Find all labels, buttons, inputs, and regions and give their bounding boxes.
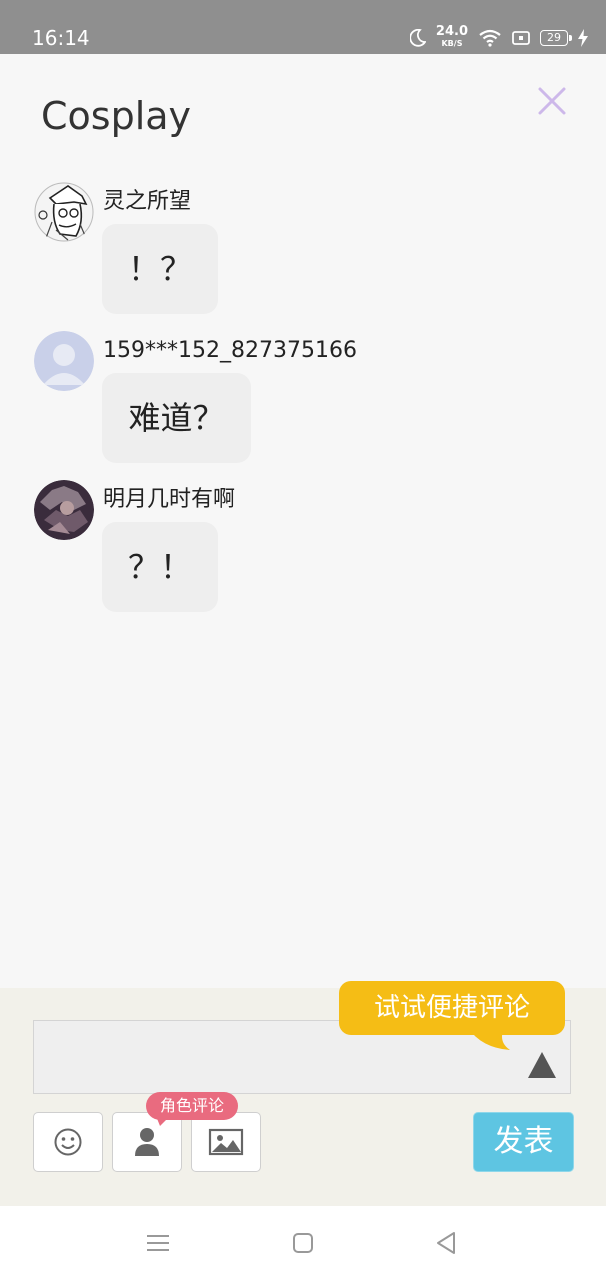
- expand-up-icon[interactable]: [526, 1048, 558, 1080]
- emoji-icon: [54, 1128, 82, 1156]
- close-icon[interactable]: [535, 84, 569, 118]
- comment-bubble: ？！: [102, 522, 218, 612]
- image-icon: [208, 1128, 244, 1156]
- emoji-button[interactable]: [33, 1112, 103, 1172]
- charging-icon: [578, 29, 588, 47]
- net-speed: 24.0 KB/S: [435, 24, 468, 49]
- comment-username[interactable]: 明月几时有啊: [103, 486, 235, 514]
- wifi-icon: [479, 29, 501, 47]
- status-bar: 16:14 24.0 KB/S 29: [0, 0, 606, 54]
- avatar[interactable]: [34, 331, 94, 391]
- post-button[interactable]: 发表: [473, 1112, 574, 1172]
- menu-icon[interactable]: [143, 1228, 173, 1258]
- net-speed-unit: KB/S: [441, 39, 463, 48]
- image-button[interactable]: [191, 1112, 261, 1172]
- avatar[interactable]: [34, 182, 94, 242]
- comment-bubble: ！？: [102, 224, 218, 314]
- notification-icon: [512, 31, 530, 45]
- system-nav-bar: [0, 1206, 606, 1280]
- badge-tail: [156, 1116, 170, 1126]
- artwork-avatar-icon: [34, 480, 94, 540]
- status-icons: 24.0 KB/S 29: [409, 24, 588, 52]
- comment-username[interactable]: 灵之所望: [103, 188, 191, 216]
- tooltip-tail: [468, 1028, 510, 1050]
- person-icon: [135, 1128, 159, 1156]
- back-icon[interactable]: [432, 1228, 462, 1258]
- status-time: 16:14: [32, 26, 90, 50]
- comment-composer: 试试便捷评论 角色评论 发表: [0, 981, 606, 1206]
- net-speed-value: 24.0: [435, 24, 468, 39]
- comment-username[interactable]: 159***152_827375166: [103, 337, 357, 365]
- home-icon[interactable]: [288, 1228, 318, 1258]
- quick-comment-tooltip[interactable]: 试试便捷评论: [339, 981, 565, 1035]
- battery-icon: 29: [540, 30, 572, 46]
- default-user-icon: [34, 331, 94, 391]
- sketch-avatar-icon: [34, 182, 94, 242]
- comment-bubble: 难道？: [102, 373, 251, 463]
- role-comment-button[interactable]: [112, 1112, 182, 1172]
- page-title: Cosplay: [41, 94, 192, 138]
- avatar[interactable]: [34, 480, 94, 540]
- moon-icon: [409, 29, 426, 47]
